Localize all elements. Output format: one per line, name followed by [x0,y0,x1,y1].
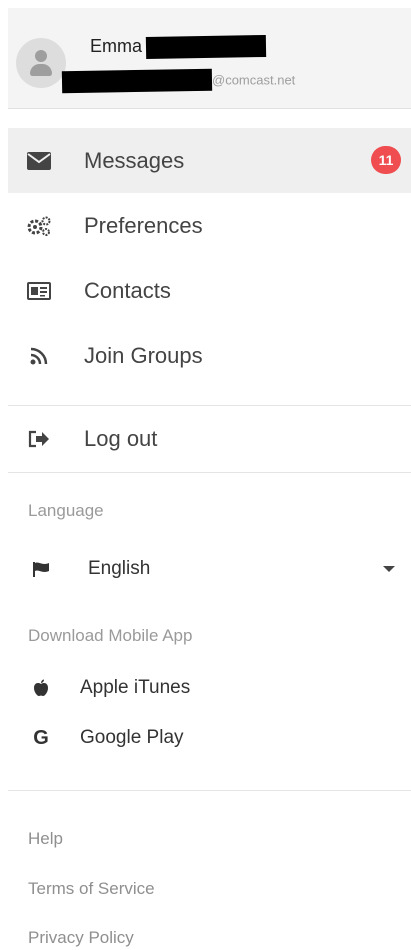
google-play-label: Google Play [80,727,184,748]
logout-button[interactable]: Log out [8,406,411,471]
apple-itunes-link[interactable]: Apple iTunes [8,668,411,708]
redaction-bar [145,35,267,60]
user-email: @comcast.net [61,68,296,94]
menu-item-label: Messages [84,147,185,173]
navigation-drawer: Emma @comcast.net Messages 11 Preference… [0,0,411,950]
profile-header[interactable]: Emma @comcast.net [8,8,411,109]
language-select[interactable]: English [8,549,411,589]
menu-item-join-groups[interactable]: Join Groups [8,323,411,388]
main-menu: Messages 11 Preferences Contacts Join Gr… [8,128,411,388]
google-play-link[interactable]: G Google Play [8,718,411,758]
unread-count-badge: 11 [371,146,401,174]
menu-item-messages[interactable]: Messages 11 [8,128,411,193]
menu-item-contacts[interactable]: Contacts [8,258,411,323]
google-icon: G [33,726,49,749]
logout-label: Log out [84,425,158,451]
apple-icon [30,677,52,699]
terms-of-service-link[interactable]: Terms of Service [28,879,155,899]
avatar[interactable] [16,38,66,88]
user-name: Emma [90,35,267,60]
menu-item-label: Join Groups [84,342,203,368]
menu-item-label: Contacts [84,277,171,303]
divider [8,790,411,791]
help-link[interactable]: Help [28,829,63,849]
sign-out-icon [26,426,52,452]
address-card-icon [26,278,52,304]
menu-item-preferences[interactable]: Preferences [8,193,411,258]
email-suffix: @comcast.net [212,72,296,88]
user-first-name: Emma [90,36,143,56]
privacy-policy-link[interactable]: Privacy Policy [28,928,134,948]
divider [8,472,411,473]
download-app-section-label: Download Mobile App [28,626,193,645]
avatar-person-icon [35,50,47,62]
envelope-icon [26,148,52,174]
language-section-label: Language [28,501,104,520]
redaction-bar [61,68,213,94]
menu-item-label: Preferences [84,212,203,238]
apple-itunes-label: Apple iTunes [80,677,191,698]
chevron-down-icon [383,566,395,572]
rss-icon [26,343,52,369]
gears-icon [26,213,52,239]
language-selected-value: English [88,558,151,579]
flag-icon [30,558,52,580]
